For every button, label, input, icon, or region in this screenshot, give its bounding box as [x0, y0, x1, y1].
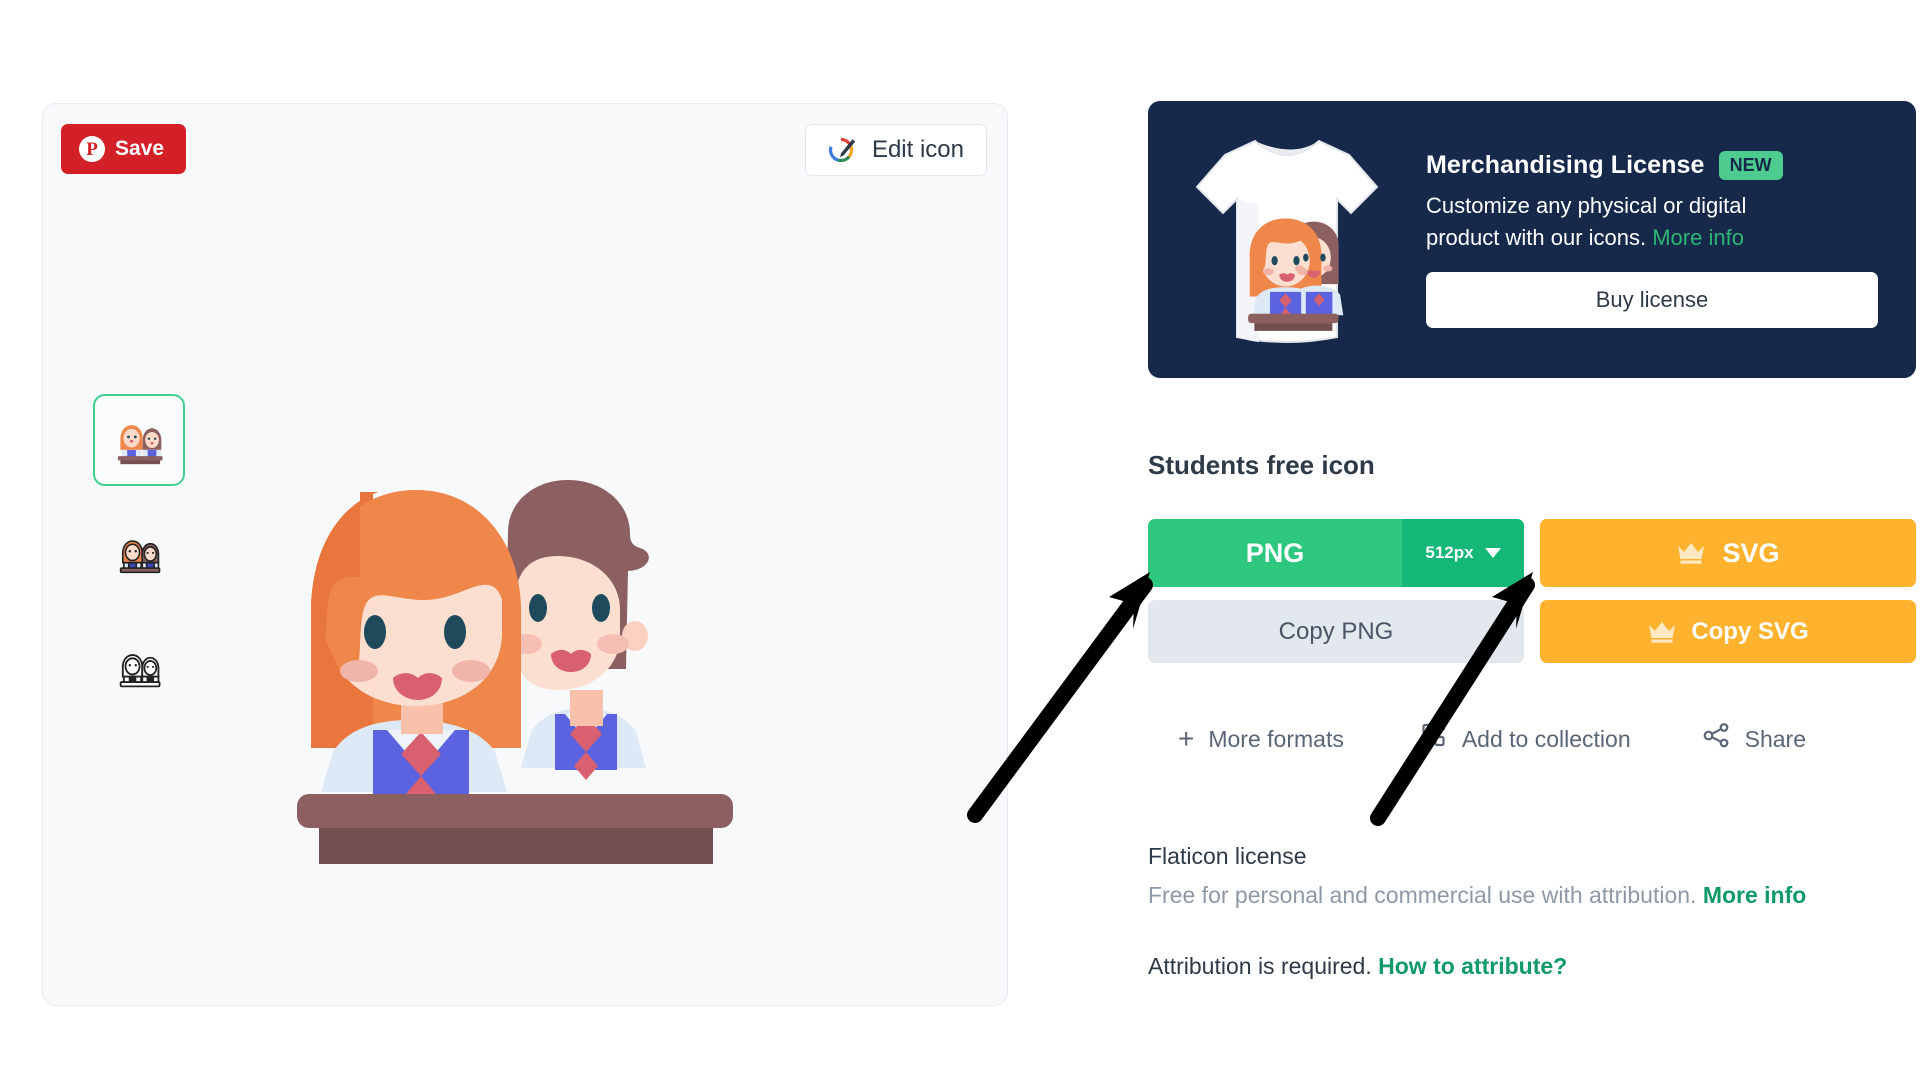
icon-preview-stage — [233, 434, 793, 914]
pinterest-save-button[interactable]: P Save — [61, 124, 187, 174]
students-flat-color-icon — [117, 425, 163, 465]
flaticon-icon-detail-page: P Save Edit icon Merchandising License N… — [0, 0, 1920, 1080]
license-more-info-link[interactable]: More info — [1703, 882, 1807, 908]
students-lineal-icon — [119, 654, 161, 688]
share-button[interactable]: Share — [1703, 723, 1806, 755]
copy-svg-button[interactable]: Copy SVG — [1540, 600, 1916, 663]
png-download-button[interactable]: PNG 512px — [1148, 519, 1524, 587]
merchandising-text: Merchandising License NEW Customize any … — [1402, 150, 1892, 329]
merch-desc-line2: product with our icons. — [1426, 225, 1647, 251]
icon-preview-card: P Save Edit icon — [42, 103, 1008, 1006]
secondary-actions-row: + More formats Add to collection Share — [1148, 723, 1916, 755]
share-label: Share — [1744, 725, 1806, 752]
crown-icon — [1676, 541, 1706, 565]
add-to-collection-label: Add to collection — [1461, 725, 1631, 752]
crown-icon — [1647, 620, 1677, 644]
merch-more-info-link[interactable]: More info — [1652, 225, 1744, 250]
how-to-attribute-link[interactable]: How to attribute? — [1378, 953, 1567, 979]
icon-page-title: Students free icon — [1148, 450, 1375, 480]
plus-icon: + — [1178, 723, 1195, 754]
more-formats-button[interactable]: + More formats — [1178, 725, 1344, 753]
license-block: Flaticon license Free for personal and c… — [1148, 843, 1916, 980]
svg-download-button[interactable]: SVG — [1540, 519, 1916, 587]
png-size-selector[interactable]: 512px — [1402, 519, 1524, 587]
license-title: Flaticon license — [1148, 843, 1307, 869]
attribution-row: Attribution is required. How to attribut… — [1148, 953, 1916, 980]
new-badge: NEW — [1718, 150, 1783, 181]
license-description: Free for personal and commercial use wit… — [1148, 882, 1916, 909]
add-to-collection-button[interactable]: Add to collection — [1422, 723, 1631, 755]
chevron-down-icon — [1484, 548, 1501, 558]
merchandising-title: Merchandising License — [1426, 151, 1705, 180]
attribution-text: Attribution is required. — [1148, 953, 1372, 979]
thumbnail-flat-color[interactable] — [93, 394, 185, 486]
thumbnail-outline-color[interactable] — [93, 508, 185, 600]
students-outline-color-icon — [119, 540, 161, 574]
copy-svg-label: Copy SVG — [1691, 617, 1809, 645]
students-illustration — [297, 480, 733, 864]
pinterest-icon: P — [79, 136, 105, 162]
merchandising-license-banner: Merchandising License NEW Customize any … — [1148, 101, 1916, 378]
icon-style-thumbnails — [93, 394, 185, 714]
edit-icon-label: Edit icon — [871, 136, 964, 163]
merchandising-description: Customize any physical or digital produc… — [1426, 190, 1856, 254]
copy-png-button[interactable]: Copy PNG — [1148, 600, 1524, 663]
add-to-collection-icon — [1422, 723, 1448, 755]
png-size-value: 512px — [1425, 543, 1474, 562]
license-description-text: Free for personal and commercial use wit… — [1148, 882, 1697, 908]
merch-desc-line1: Customize any physical or digital — [1426, 193, 1747, 219]
edit-icon-button[interactable]: Edit icon — [804, 124, 987, 176]
png-download-label[interactable]: PNG — [1148, 519, 1402, 587]
thumbnail-lineal[interactable] — [93, 622, 185, 714]
share-icon — [1703, 723, 1731, 755]
buy-license-button[interactable]: Buy license — [1426, 272, 1878, 329]
edit-pencil-icon — [828, 135, 858, 165]
download-buttons-grid: PNG 512px SVG Copy PNG Copy SVG — [1148, 519, 1916, 663]
tshirt-preview-icon — [1172, 120, 1402, 360]
svg-download-label: SVG — [1722, 537, 1780, 568]
save-button-label: Save — [115, 137, 165, 160]
more-formats-label: More formats — [1208, 725, 1344, 752]
